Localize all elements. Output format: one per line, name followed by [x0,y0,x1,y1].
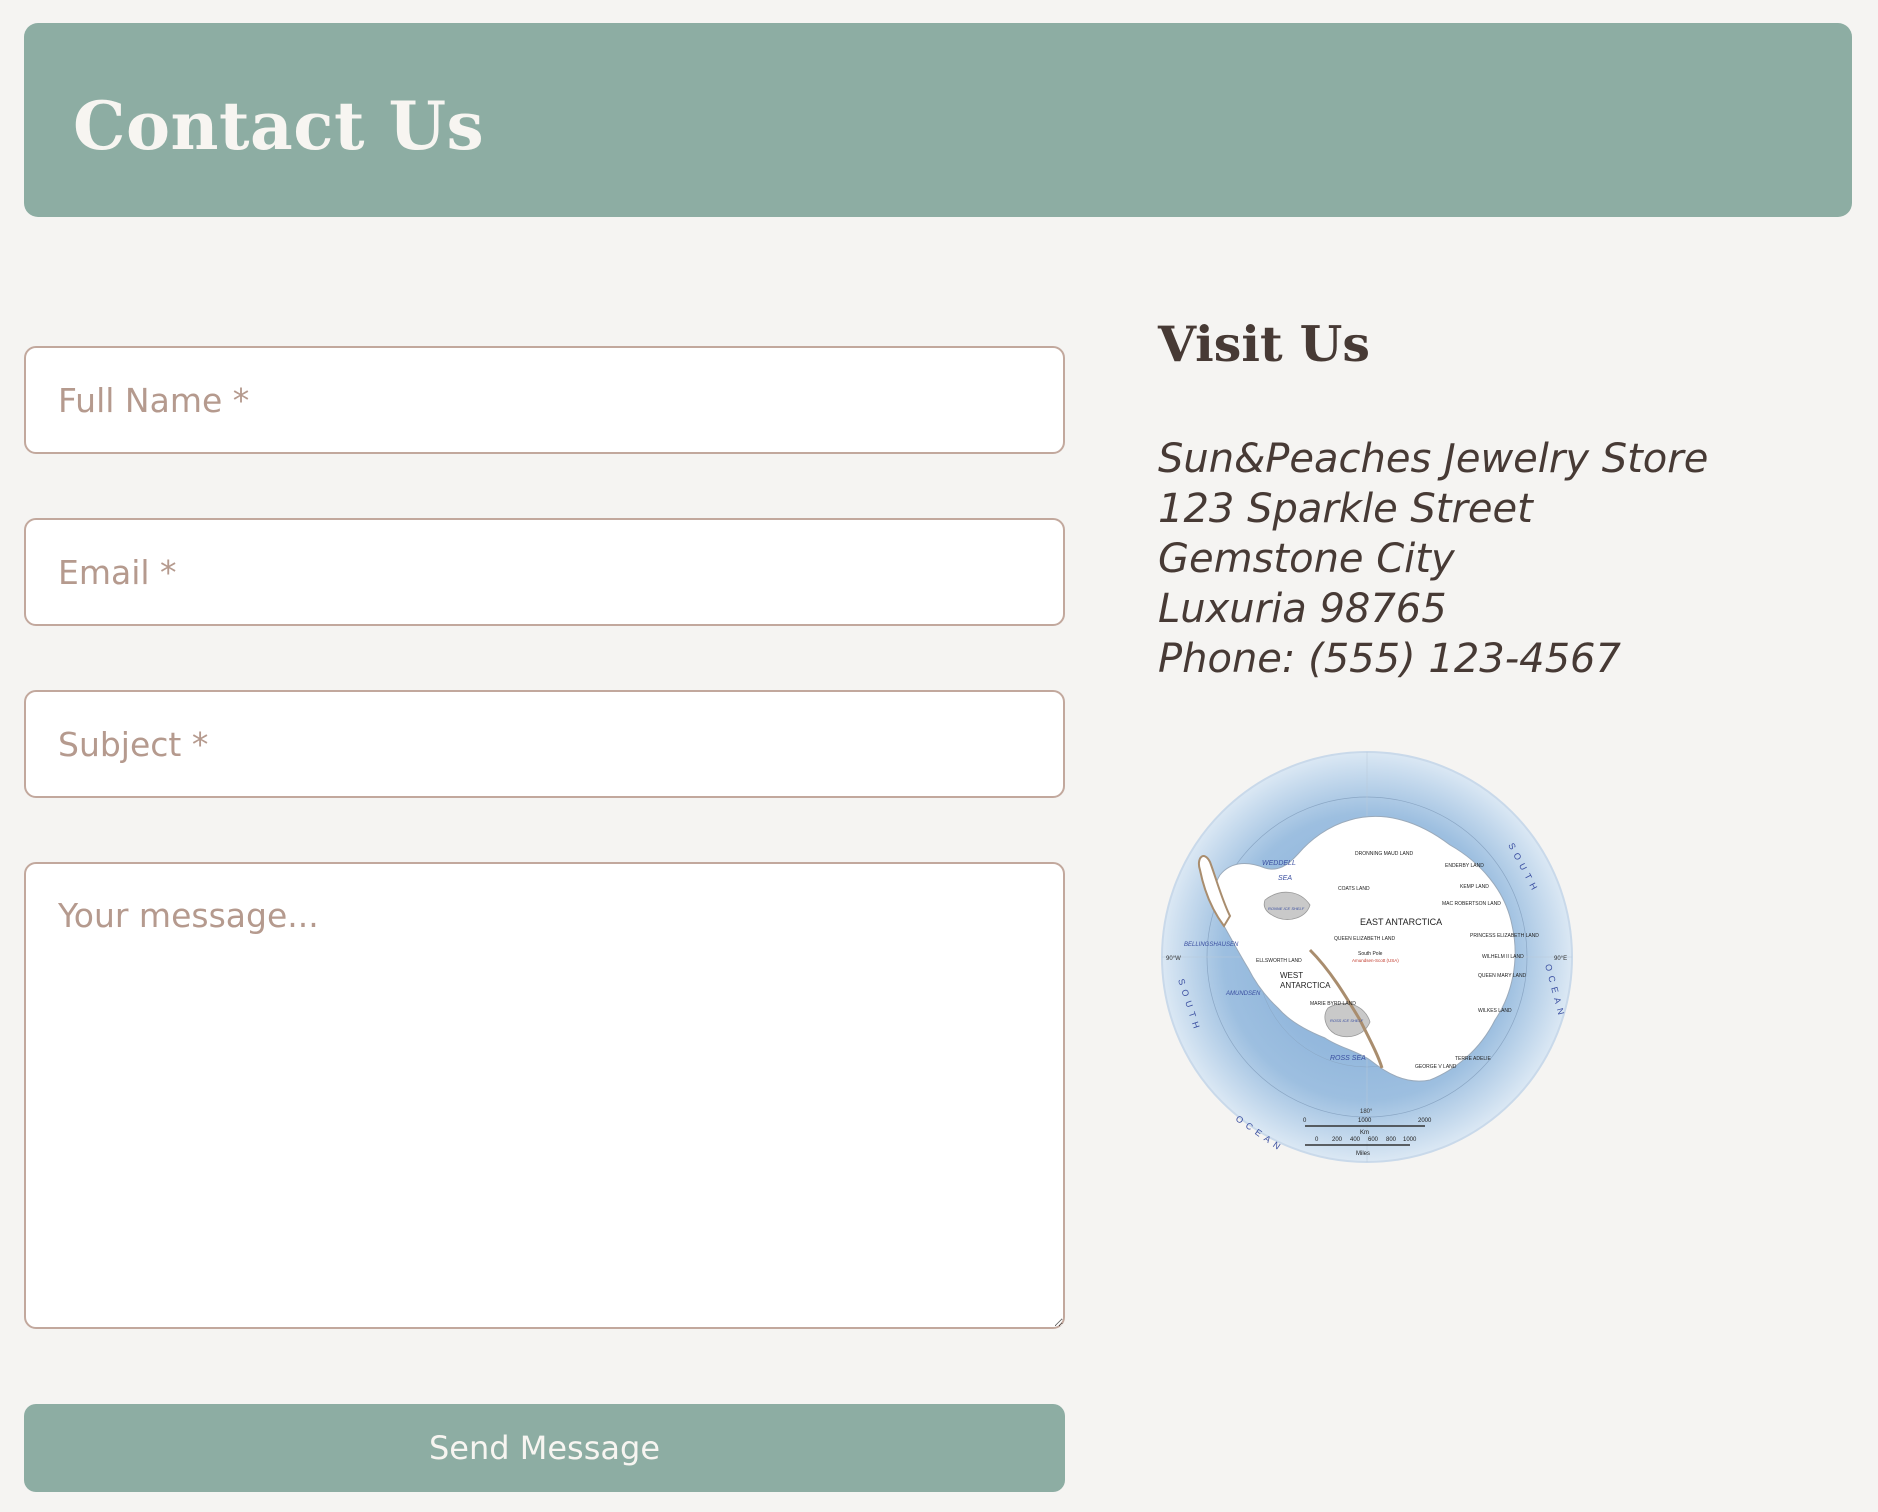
full-name-input[interactable] [24,346,1065,454]
scale-km-tick: 1000 [1358,1118,1372,1124]
scale-mile-tick: 400 [1350,1137,1361,1143]
map-label-south-pole: South Pole [1358,951,1383,957]
visit-us-heading: Visit Us [1158,315,1370,373]
map-label-ronne: RONNE ICE SHELF [1268,906,1305,911]
scale-mile-tick: 800 [1386,1137,1397,1143]
map-label-bellingshausen: BELLINGSHAUSEN [1184,942,1239,948]
map-label-queen-maud: DRONNING MAUD LAND [1355,851,1413,857]
subject-input[interactable] [24,690,1065,798]
map-label-weddell-sea: SEA [1278,875,1292,882]
map-label-weddell: WEDDELL [1262,860,1296,867]
scale-mile-tick: 200 [1332,1137,1343,1143]
address-city: Gemstone City [1158,536,1455,582]
page-title: Contact Us [73,87,485,165]
map-label-enderby: ENDERBY LAND [1445,863,1484,869]
map-label-mac-robertson: MAC ROBERTSON LAND [1442,901,1501,907]
map-label-lon-east: 90°E [1554,956,1567,962]
scale-km-label: Km [1360,1130,1369,1136]
email-input[interactable] [24,518,1065,626]
page-header: Contact Us [24,23,1852,217]
map-label-terre-adelie: TERRE ADELIE [1455,1056,1492,1062]
map-label-wilkes: WILKES LAND [1478,1008,1512,1014]
address-store-name: Sun&Peaches Jewelry Store [1158,436,1709,482]
scale-km-tick: 2000 [1418,1118,1432,1124]
map-label-amundsen-scott: Amundsen-Scott (USA) [1352,958,1399,963]
scale-mile-tick: 600 [1368,1137,1379,1143]
map-label-wilhelm: WILHELM II LAND [1482,954,1524,960]
map-label-ellsworth: ELLSWORTH LAND [1256,958,1302,964]
map-label-antarctica: ANTARCTICA [1280,981,1331,990]
map-label-kemp: KEMP LAND [1460,884,1489,890]
address-region-zip: Luxuria 98765 [1158,586,1447,632]
scale-mile-tick: 1000 [1403,1137,1417,1143]
store-address: Sun&Peaches Jewelry Store 123 Sparkle St… [1158,434,1838,684]
address-phone: Phone: (555) 123-4567 [1158,636,1621,682]
address-street: 123 Sparkle Street [1158,486,1533,532]
map-label-coats: COATS LAND [1338,886,1370,892]
map-label-george-v: GEORGE V LAND [1415,1064,1457,1070]
map-label-marie-byrd: MARIE BYRD LAND [1310,1001,1356,1007]
antarctica-map-image: EAST ANTARCTICA WEST ANTARCTICA DRONNING… [1161,751,1573,1163]
map-label-lon-180: 180° [1360,1109,1373,1115]
map-label-east-antarctica: EAST ANTARCTICA [1360,917,1442,927]
scale-miles-label: Miles [1356,1151,1370,1157]
map-label-ross-sea: ROSS SEA [1330,1055,1366,1062]
map-label-princess-elizabeth: PRINCESS ELIZABETH LAND [1470,933,1539,939]
map-label-amundsen-sea: AMUNDSEN [1225,991,1261,997]
map-label-lon-west: 90°W [1166,956,1181,962]
map-label-queen-elizabeth: QUEEN ELIZABETH LAND [1334,936,1396,942]
map-label-west: WEST [1280,971,1303,980]
message-textarea[interactable] [24,862,1065,1329]
map-label-queen-mary: QUEEN MARY LAND [1478,973,1527,979]
map-label-ross-ice: ROSS ICE SHELF [1330,1018,1364,1023]
send-message-button[interactable]: Send Message [24,1404,1065,1492]
